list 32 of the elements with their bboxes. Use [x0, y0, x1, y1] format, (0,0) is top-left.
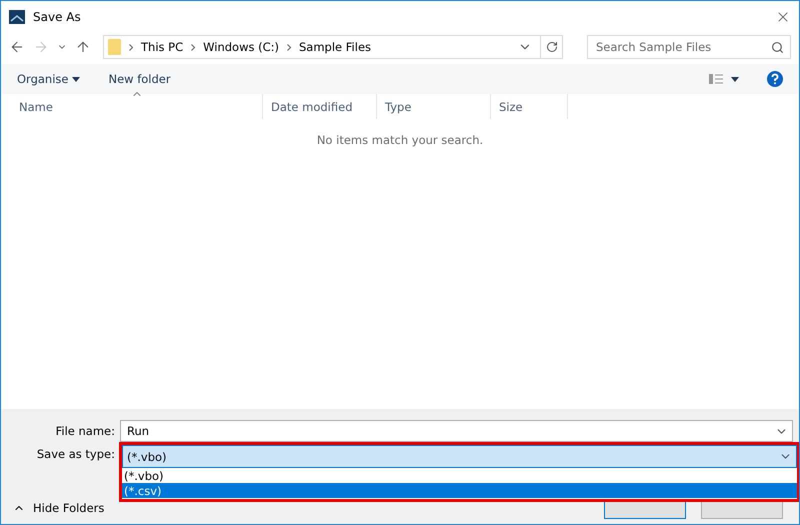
refresh-icon — [546, 41, 558, 53]
breadcrumb[interactable]: Sample Files — [299, 40, 372, 54]
chevron-icon — [287, 44, 291, 50]
chevron-icon — [129, 44, 133, 50]
window-title: Save As — [33, 10, 82, 24]
breadcrumb[interactable]: Windows (C:) — [203, 40, 279, 54]
back-button[interactable] — [9, 39, 25, 55]
search-box[interactable]: Search Sample Files — [587, 35, 791, 59]
file-name-box[interactable]: Run — [120, 420, 793, 442]
file-type-dropdown[interactable]: (*.vbo) — [122, 445, 797, 468]
column-header[interactable]: Type — [377, 94, 491, 119]
chevron-icon — [191, 44, 196, 50]
app-icon — [9, 10, 25, 24]
column-header[interactable]: Size — [491, 94, 568, 119]
breadcrumb[interactable]: This PC — [141, 40, 184, 54]
toolbar-button[interactable]: Organise — [17, 72, 80, 86]
hide-folders-button[interactable]: Hide Folders — [13, 501, 104, 515]
folder-icon — [108, 39, 121, 55]
column-header[interactable]: Date modified — [263, 94, 377, 119]
view-options-icon[interactable] — [709, 74, 739, 84]
file-name-field[interactable]: Run — [125, 423, 775, 439]
address-bar[interactable]: This PC Windows (C:) Sample Files — [103, 35, 563, 59]
column-header[interactable]: Name — [11, 94, 263, 119]
help-icon[interactable] — [767, 71, 783, 87]
up-button[interactable] — [75, 39, 91, 55]
empty-message: No items match your search. — [316, 133, 484, 149]
save-type-label: Save as type: — [36, 447, 116, 461]
dropdown-option[interactable]: (*.csv) — [122, 483, 797, 498]
search-icon — [771, 40, 784, 54]
caret-icon — [72, 76, 80, 82]
toolbar-button[interactable]: New folder — [108, 72, 171, 86]
file-name-label: File name: — [54, 424, 116, 438]
